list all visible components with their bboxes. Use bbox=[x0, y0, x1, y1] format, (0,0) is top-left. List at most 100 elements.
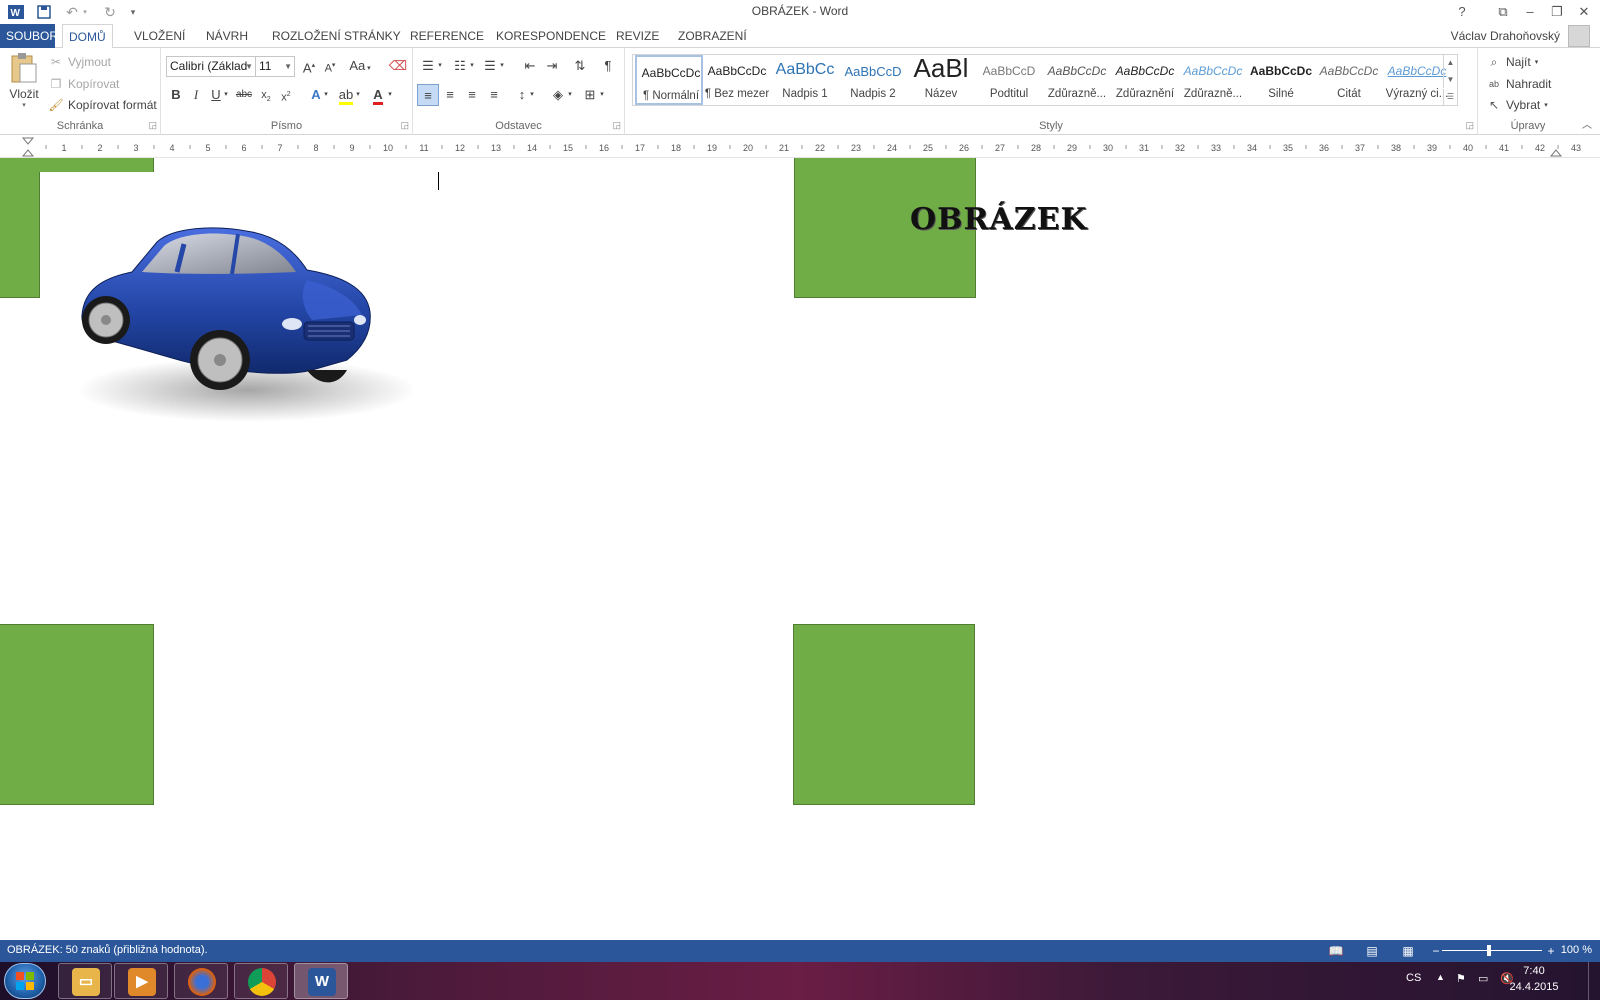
minimize-icon[interactable]: – bbox=[1517, 2, 1543, 22]
green-rectangle-bottom-right[interactable] bbox=[793, 624, 975, 805]
format-painter-button[interactable]: 🖌 Kopírovat formát bbox=[48, 97, 156, 113]
style-intense-emphasis[interactable]: AaBbCcDc Zdůrazně... bbox=[1179, 55, 1247, 105]
clear-formatting-icon[interactable]: ⌫ bbox=[387, 55, 409, 77]
grow-font-icon[interactable]: A▴ bbox=[298, 55, 320, 77]
gallery-more-icon[interactable]: ☰ bbox=[1443, 89, 1457, 105]
style-quote[interactable]: AaBbCcDc Citát bbox=[1315, 55, 1383, 105]
align-center-icon[interactable]: ≡ bbox=[439, 84, 461, 106]
paste-button[interactable]: Vložit ▾ bbox=[6, 52, 42, 114]
underline-dropdown-icon[interactable]: ▾ bbox=[221, 84, 231, 106]
font-color-dropdown-icon[interactable]: ▾ bbox=[385, 84, 395, 106]
green-rectangle-top-left-strip[interactable] bbox=[0, 158, 154, 172]
style-strong[interactable]: AaBbCcDc Silné bbox=[1247, 55, 1315, 105]
style-subtle-emphasis[interactable]: AaBbCcDc Zdůrazně... bbox=[1043, 55, 1111, 105]
font-family-select[interactable]: Calibri (Základ ▼ bbox=[166, 56, 256, 77]
cut-button[interactable]: ✂ Vyjmout bbox=[48, 54, 111, 70]
tab-view[interactable]: ZOBRAZENÍ bbox=[672, 24, 753, 48]
green-rectangle-top-left[interactable] bbox=[0, 158, 40, 298]
style-emphasis[interactable]: AaBbCcDc Zdůraznění bbox=[1111, 55, 1179, 105]
tab-home[interactable]: DOMŮ bbox=[62, 24, 113, 49]
help-icon[interactable]: ? bbox=[1449, 2, 1475, 22]
tab-page-layout[interactable]: ROZLOŽENÍ STRÁNKY bbox=[266, 24, 407, 48]
decrease-indent-icon[interactable]: ⇤ bbox=[519, 55, 541, 77]
document-page[interactable]: OBRÁZEK bbox=[0, 158, 1600, 940]
gallery-scroll-up-icon[interactable]: ▲ bbox=[1443, 55, 1457, 71]
tab-file[interactable]: SOUBOR bbox=[0, 24, 58, 48]
zoom-slider[interactable] bbox=[1442, 950, 1542, 951]
styles-launcher-icon[interactable]: ◲ bbox=[1465, 120, 1474, 131]
network-icon[interactable]: ▭ bbox=[1478, 972, 1488, 985]
subscript-icon[interactable]: x2 bbox=[255, 84, 277, 106]
clipboard-launcher-icon[interactable]: ◲ bbox=[148, 120, 157, 131]
collapse-ribbon-icon[interactable]: ︿ bbox=[1582, 116, 1592, 131]
zoom-level[interactable]: 100 % bbox=[1561, 944, 1592, 956]
tab-insert[interactable]: VLOŽENÍ bbox=[128, 24, 191, 48]
increase-indent-icon[interactable]: ⇥ bbox=[541, 55, 563, 77]
justify-icon[interactable]: ≡ bbox=[483, 84, 505, 106]
numbering-dropdown-icon[interactable]: ▾ bbox=[467, 55, 477, 77]
font-size-select[interactable]: 11 ▼ bbox=[255, 56, 295, 77]
tab-references[interactable]: REFERENCE bbox=[404, 24, 490, 48]
clock-time[interactable]: 7:40 bbox=[1504, 965, 1564, 977]
zoom-slider-thumb[interactable] bbox=[1487, 945, 1491, 956]
superscript-icon[interactable]: x2 bbox=[275, 84, 297, 106]
taskbar-firefox[interactable] bbox=[174, 963, 228, 999]
taskbar-chrome[interactable] bbox=[234, 963, 288, 999]
show-desktop-button[interactable] bbox=[1588, 962, 1600, 1000]
action-center-flag-icon[interactable]: ⚑ bbox=[1456, 972, 1466, 985]
sort-icon[interactable]: ⇅ bbox=[569, 55, 591, 77]
select-button[interactable]: ↖ Vybrat ▾ bbox=[1486, 97, 1548, 113]
strikethrough-icon[interactable]: abc bbox=[233, 84, 255, 106]
user-name[interactable]: Václav Drahoňovský bbox=[1451, 29, 1560, 43]
style-heading-2[interactable]: AaBbCcD Nadpis 2 bbox=[839, 55, 907, 105]
borders-dropdown-icon[interactable]: ▾ bbox=[597, 84, 607, 106]
taskbar-media-player[interactable]: ▶ bbox=[114, 963, 168, 999]
style-subtitle[interactable]: AaBbCcD Podtitul bbox=[975, 55, 1043, 105]
bullets-dropdown-icon[interactable]: ▾ bbox=[435, 55, 445, 77]
car-picture[interactable] bbox=[62, 220, 412, 430]
clock-date[interactable]: 24.4.2015 bbox=[1504, 981, 1564, 993]
language-indicator[interactable]: CS bbox=[1406, 972, 1421, 984]
document-heading[interactable]: OBRÁZEK bbox=[910, 202, 1088, 237]
italic-icon[interactable]: I bbox=[185, 84, 207, 106]
shading-dropdown-icon[interactable]: ▾ bbox=[565, 84, 575, 106]
multilevel-dropdown-icon[interactable]: ▾ bbox=[497, 55, 507, 77]
font-launcher-icon[interactable]: ◲ bbox=[400, 120, 409, 131]
style-normal[interactable]: AaBbCcDc ¶ Normální bbox=[635, 55, 703, 105]
taskbar-word[interactable]: W bbox=[294, 963, 348, 999]
close-icon[interactable]: ✕ bbox=[1571, 2, 1597, 22]
show-formatting-icon[interactable]: ¶ bbox=[597, 55, 619, 77]
line-spacing-dropdown-icon[interactable]: ▾ bbox=[527, 84, 537, 106]
style-intense-quote[interactable]: AaBbCcDc Výrazný ci... bbox=[1383, 55, 1451, 105]
web-layout-icon[interactable]: ▦ bbox=[1400, 943, 1416, 959]
replace-button[interactable]: ab Nahradit bbox=[1486, 76, 1551, 92]
bold-icon[interactable]: B bbox=[165, 84, 187, 106]
print-layout-icon[interactable]: ▤ bbox=[1364, 943, 1380, 959]
text-effects-dropdown-icon[interactable]: ▾ bbox=[321, 84, 331, 106]
read-mode-icon[interactable]: 📖 bbox=[1328, 943, 1344, 959]
gallery-scroll-down-icon[interactable]: ▼ bbox=[1443, 72, 1457, 88]
zoom-out-icon[interactable]: − bbox=[1428, 943, 1444, 959]
restore-icon[interactable]: ❐ bbox=[1544, 2, 1570, 22]
avatar[interactable] bbox=[1568, 25, 1590, 47]
tab-review[interactable]: REVIZE bbox=[610, 24, 665, 48]
shrink-font-icon[interactable]: A▾ bbox=[319, 55, 341, 77]
show-hidden-icons-icon[interactable]: ▲ bbox=[1436, 972, 1445, 982]
change-case-button[interactable]: Aa ▾ bbox=[345, 55, 375, 77]
paragraph-launcher-icon[interactable]: ◲ bbox=[612, 120, 621, 131]
style-heading-1[interactable]: AaBbCc Nadpis 1 bbox=[771, 55, 839, 105]
horizontal-ruler[interactable]: 1 2 3 4 5 6 7 8 9 10 11 12 13 14 15 16 17 18 19 20 21 22 23 24 2… bbox=[0, 136, 1600, 158]
style-no-spacing[interactable]: AaBbCcDc ¶ Bez mezer bbox=[703, 55, 771, 105]
green-rectangle-bottom-left[interactable] bbox=[0, 624, 154, 805]
zoom-in-icon[interactable]: + bbox=[1543, 943, 1559, 959]
start-button[interactable] bbox=[4, 963, 46, 999]
find-button[interactable]: ⌕ Najít ▾ bbox=[1486, 54, 1539, 70]
tab-design[interactable]: NÁVRH bbox=[200, 24, 254, 48]
copy-button[interactable]: ❐ Kopírovat bbox=[48, 76, 120, 92]
taskbar-explorer[interactable]: ▭ bbox=[58, 963, 112, 999]
ribbon-display-options-icon[interactable]: ⧉ bbox=[1490, 2, 1516, 22]
align-left-icon[interactable]: ≡ bbox=[417, 84, 439, 106]
tab-mailings[interactable]: KORESPONDENCE bbox=[490, 24, 612, 48]
align-right-icon[interactable]: ≡ bbox=[461, 84, 483, 106]
highlight-dropdown-icon[interactable]: ▾ bbox=[353, 84, 363, 106]
